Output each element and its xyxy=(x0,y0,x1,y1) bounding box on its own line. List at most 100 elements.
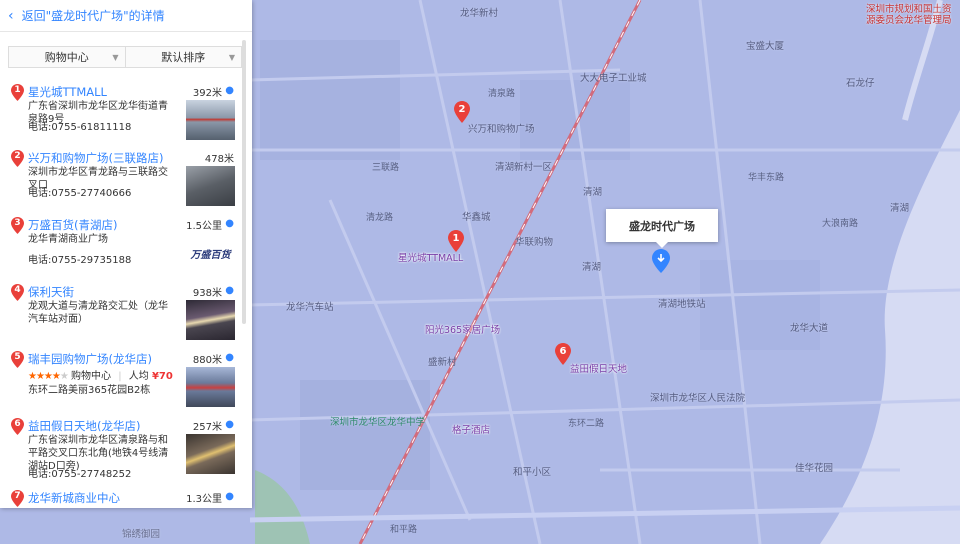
map-label: 深圳市龙华区人民法院 xyxy=(650,393,746,404)
map-label: 清湖新村一区 xyxy=(495,162,553,173)
road-label: 东环二路 xyxy=(568,419,605,429)
result-distance: 392米 xyxy=(192,88,222,99)
result-thumbnail[interactable] xyxy=(186,434,235,474)
category-filter-label: 购物中心 xyxy=(44,51,89,64)
map-label: 和平小区 xyxy=(513,467,552,478)
map-label: 华联购物 xyxy=(515,237,554,248)
result-distance: 478米 xyxy=(204,154,234,165)
chevron-left-icon: ‹ xyxy=(8,7,14,24)
caret-down-icon: ▼ xyxy=(228,52,235,62)
map-label: 兴万和购物广场 xyxy=(468,124,535,135)
red-marker-icon xyxy=(11,351,24,368)
map-label: 宝盛大厦 xyxy=(746,41,785,52)
list-item[interactable]: 3 万盛百货(青湖店) 1.5公里 ● 龙华青湖商业广场 电话:0755-297… xyxy=(0,217,242,279)
result-distance: 257米 xyxy=(192,422,222,433)
road-label: 和平路 xyxy=(390,525,418,535)
road-label: 华丰东路 xyxy=(748,173,785,183)
locate-pin-icon[interactable]: ● xyxy=(225,218,234,229)
caret-down-icon: ▼ xyxy=(112,52,119,62)
result-rating-row: ★★★★★ 购物中心 | 人均 ¥70 xyxy=(28,371,173,382)
result-name-link[interactable]: 万盛百货(青湖店) xyxy=(28,217,117,233)
map-marker-1-label[interactable]: 星光城TTMALL xyxy=(398,250,463,264)
result-logo[interactable]: 万盛百货 xyxy=(186,233,235,273)
locate-pin-icon[interactable]: ● xyxy=(225,352,234,363)
locate-pin-icon[interactable]: ● xyxy=(225,419,234,430)
result-phone: 电话:0755-61811118 xyxy=(28,122,132,133)
map-label: 清湖 xyxy=(890,203,910,214)
red-marker-icon xyxy=(11,418,24,435)
road-label: 清泉路 xyxy=(488,89,516,99)
map-marker-6-label[interactable]: 益田假日天地 xyxy=(570,361,627,375)
back-to-detail-link[interactable]: ‹ 返回"盛龙时代广场"的详情 xyxy=(0,0,252,32)
store-logo-text: 万盛百货 xyxy=(190,249,231,261)
locate-pin-icon[interactable]: ● xyxy=(225,285,234,296)
map-label: 盛新村 xyxy=(428,357,457,368)
map-label: 阳光365家居广场 xyxy=(425,325,501,336)
list-item[interactable]: 7 龙华新城商业中心 1.3公里 ● xyxy=(0,490,242,508)
map-label: 深圳市龙华区龙华中学 xyxy=(330,417,426,428)
price-value: ¥70 xyxy=(151,371,173,382)
map-marker-6-number: 6 xyxy=(559,346,567,357)
map-label: 清湖 xyxy=(582,262,602,273)
list-item[interactable]: 6 益田假日天地(龙华店) 257米 ● 广东省深圳市龙华区清泉路与和平路交叉口… xyxy=(0,418,242,480)
result-distance: 1.5公里 xyxy=(186,221,222,232)
list-item[interactable]: 5 瑞丰园购物广场(龙华店) 880米 ● ★★★★★ 购物中心 | 人均 ¥7… xyxy=(0,351,242,413)
red-marker-icon xyxy=(11,150,24,167)
result-category: 购物中心 xyxy=(71,371,112,382)
price-label: 人均 xyxy=(128,371,149,382)
locate-pin-icon[interactable]: ● xyxy=(225,491,234,502)
search-results-panel: ‹ 返回"盛龙时代广场"的详情 购物中心 ▼ 默认排序 ▼ 1 星光城TTMAL… xyxy=(0,0,252,508)
map-marker-2-number: 2 xyxy=(458,104,466,115)
result-name-link[interactable]: 保利天街 xyxy=(28,284,74,300)
result-name-link[interactable]: 瑞丰园购物广场(龙华店) xyxy=(28,351,152,367)
list-item[interactable]: 2 兴万和购物广场(三联路店) 478米 深圳市龙华区青龙路与三联路交叉口 电话… xyxy=(0,150,242,212)
result-thumbnail[interactable] xyxy=(186,367,235,407)
map-label: 龙华汽车站 xyxy=(286,302,334,313)
result-name-link[interactable]: 兴万和购物广场(三联路店) xyxy=(28,150,163,166)
map-label: 佳华花园 xyxy=(795,463,834,474)
result-thumbnail[interactable] xyxy=(186,100,235,140)
map-label: 格子酒店 xyxy=(452,425,491,436)
result-distance: 880米 xyxy=(192,355,222,366)
map-label: 龙华新村 xyxy=(460,8,499,19)
result-phone: 电话:0755-27740666 xyxy=(28,188,132,199)
red-marker-icon xyxy=(11,284,24,301)
red-marker-icon xyxy=(11,84,24,101)
list-item[interactable]: 1 星光城TTMALL 392米 ● 广东省深圳市龙华区龙华街道青泉路9号 电话… xyxy=(0,84,242,146)
back-link-text: 返回"盛龙时代广场"的详情 xyxy=(21,9,165,23)
sort-label: 默认排序 xyxy=(161,51,206,64)
map-label: 清湖 xyxy=(583,187,603,198)
map-label: 石龙仔 xyxy=(846,78,875,89)
map-label-government[interactable]: 深圳市规划和国土资源委员会龙华管理局 xyxy=(866,4,958,26)
map-label: 龙华大道 xyxy=(790,323,829,334)
red-marker-icon xyxy=(11,217,24,234)
result-name-link[interactable]: 益田假日天地(龙华店) xyxy=(28,418,140,434)
result-phone: 电话:0755-27748252 xyxy=(28,469,132,480)
result-address: 东环二路美丽365花园B2栋 xyxy=(28,385,151,396)
result-name-link[interactable]: 星光城TTMALL xyxy=(28,84,107,100)
results-list[interactable]: 1 星光城TTMALL 392米 ● 广东省深圳市龙华区龙华街道青泉路9号 电话… xyxy=(0,76,242,508)
result-address: 龙华青湖商业广场 xyxy=(28,234,108,245)
sort-dropdown[interactable]: 默认排序 ▼ xyxy=(126,47,242,67)
map-label: 锦绣御园 xyxy=(122,529,161,540)
map-label: 清湖地铁站 xyxy=(658,299,706,310)
result-thumbnail[interactable] xyxy=(186,300,235,340)
map-label: 华鑫城 xyxy=(462,212,491,223)
result-name-link[interactable]: 龙华新城商业中心 xyxy=(28,490,120,506)
road-label: 清龙路 xyxy=(366,213,394,223)
road-label: 大浪南路 xyxy=(822,219,859,229)
list-scrollbar[interactable] xyxy=(242,40,246,324)
star-rating: ★★★★★ xyxy=(28,371,69,382)
result-distance: 938米 xyxy=(192,288,222,299)
category-filter-dropdown[interactable]: 购物中心 ▼ xyxy=(9,47,126,67)
center-location-pin-icon[interactable] xyxy=(652,249,670,273)
road-label: 三联路 xyxy=(372,163,400,173)
center-location-popup[interactable]: 盛龙时代广场 xyxy=(606,209,718,248)
list-item[interactable]: 4 保利天街 938米 ● 龙观大道与清龙路交汇处（龙华汽车站对面） xyxy=(0,284,242,346)
red-marker-icon xyxy=(11,490,24,507)
result-phone: 电话:0755-29735188 xyxy=(28,255,132,266)
locate-pin-icon[interactable]: ● xyxy=(225,85,234,96)
map-label: 大大电子工业城 xyxy=(580,73,647,84)
result-thumbnail[interactable] xyxy=(186,166,235,206)
result-distance: 1.3公里 xyxy=(186,494,222,505)
